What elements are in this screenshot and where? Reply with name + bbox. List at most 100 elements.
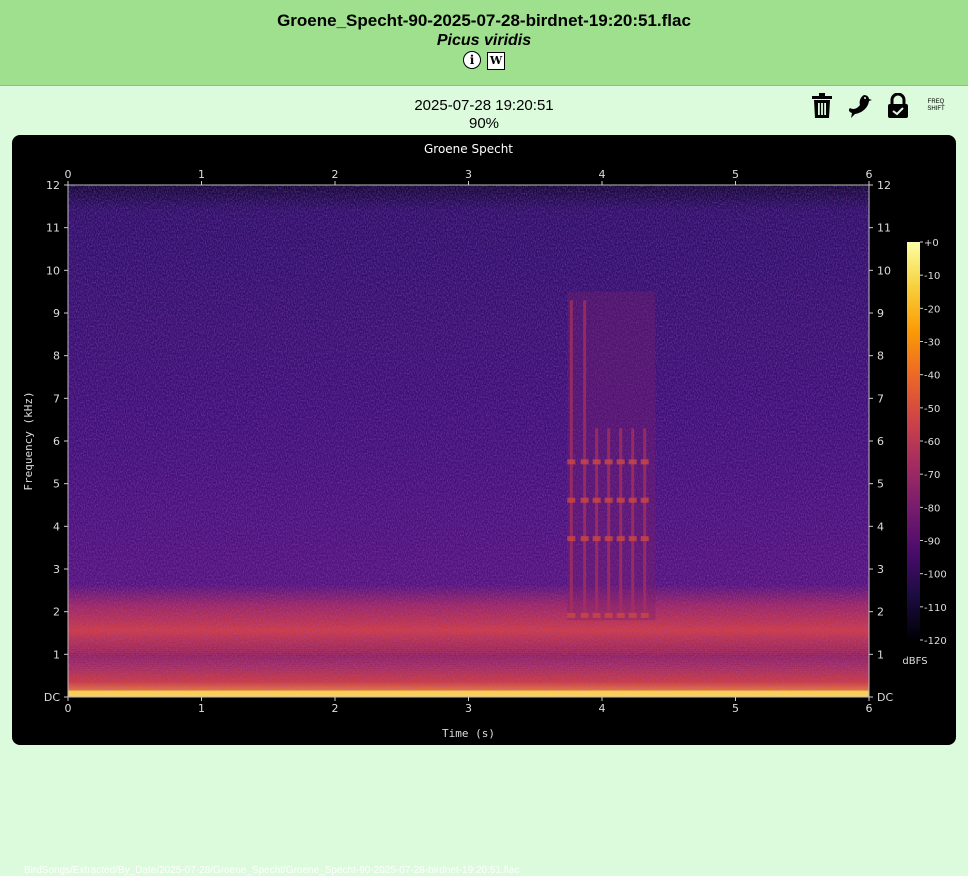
y-tick-label: 7 — [877, 392, 884, 405]
x-tick-label: 4 — [599, 702, 606, 715]
y-tick-label: 3 — [877, 563, 884, 576]
colorbar-tick-label: -10 — [924, 271, 940, 282]
x-tick-label: 0 — [65, 168, 72, 181]
low-band-line — [68, 667, 869, 668]
action-toolbar: FREQ SHIFT — [808, 92, 950, 120]
low-band-line — [68, 660, 869, 662]
colorbar-tick-label: -70 — [924, 470, 940, 481]
freq-shift-icon[interactable]: FREQ SHIFT — [922, 92, 950, 120]
colorbar-label: dBFS — [902, 656, 927, 667]
x-tick-label: 3 — [465, 168, 472, 181]
recording-title: Groene_Specht-90-2025-07-28-birdnet-19:2… — [277, 11, 691, 30]
low-band-line — [68, 643, 869, 645]
low-band-line — [68, 662, 869, 664]
x-tick-label: 5 — [732, 168, 739, 181]
y-tick-label: 7 — [53, 392, 60, 405]
low-band-line — [68, 686, 869, 688]
spectrogram-panel: Groene Specht 0 0 1 1 2 2 3 3 4 4 5 5 6 6 Time (s) DC DC 1… — [12, 135, 956, 876]
y-tick-label: 6 — [877, 435, 884, 448]
low-band-line — [68, 675, 869, 677]
y-tick-label: 10 — [877, 264, 891, 277]
dc-band — [68, 690, 869, 697]
y-tick-label: 6 — [53, 435, 60, 448]
colorbar-tick-label: -100 — [924, 570, 947, 581]
low-band-line — [68, 641, 869, 643]
colorbar-tick-label: -90 — [924, 537, 940, 548]
bird-icon[interactable] — [846, 92, 874, 120]
x-tick-label: 1 — [198, 702, 205, 715]
low-band-line — [68, 669, 869, 671]
colorbar-tick-label: -80 — [924, 503, 940, 514]
lock-icon[interactable] — [884, 92, 912, 120]
header-icon-row: i W — [0, 51, 968, 70]
low-band-line — [68, 658, 869, 660]
chart-title: Groene Specht — [424, 142, 513, 156]
y-axis-label: Frequency (kHz) — [22, 391, 35, 490]
low-band-line — [68, 684, 869, 685]
low-band-line — [68, 688, 869, 690]
low-band-line — [68, 679, 869, 681]
y-tick-label: 4 — [877, 520, 884, 533]
y-tick-label: 2 — [53, 606, 60, 619]
y-tick-label: 10 — [46, 264, 60, 277]
y-tick-label: 8 — [877, 350, 884, 363]
low-band-line — [68, 654, 869, 656]
low-band-line — [68, 637, 869, 639]
low-band-line — [68, 671, 869, 673]
colorbar-tick-label: -40 — [924, 371, 940, 382]
y-tick-label: 11 — [46, 222, 60, 235]
y-tick-label: 3 — [53, 563, 60, 576]
y-tick-label: 12 — [877, 179, 891, 192]
x-tick-label: 5 — [732, 702, 739, 715]
colorbar-tick-label: -30 — [924, 338, 940, 349]
low-band-line — [68, 682, 869, 683]
low-band-line — [68, 633, 869, 634]
x-tick-label: 0 — [65, 702, 72, 715]
x-axis-label: Time (s) — [442, 727, 495, 740]
y-tick-label: DC — [44, 691, 60, 704]
y-tick-label: 5 — [53, 478, 60, 491]
x-tick-label: 2 — [332, 702, 339, 715]
colorbar-tick-label: -20 — [924, 304, 940, 315]
y-tick-label: 2 — [877, 606, 884, 619]
colorbar-tick-label: +0 — [924, 238, 939, 249]
y-tick-label: 5 — [877, 478, 884, 491]
x-tick-label: 6 — [866, 168, 873, 181]
colorbar-tick-label: -50 — [924, 404, 940, 415]
file-path: BirdSongs/Extracted/By_Date/2025-07-28/G… — [24, 865, 520, 876]
y-tick-label: 4 — [53, 520, 60, 533]
call-region — [567, 291, 656, 621]
colorbar-tick-label: -110 — [924, 603, 947, 614]
x-tick-label: 6 — [866, 702, 873, 715]
low-band-line — [68, 628, 869, 630]
low-band-line — [68, 673, 869, 675]
low-band-line — [68, 650, 869, 651]
species-name: Picus viridis — [436, 32, 532, 49]
y-tick-label: DC — [877, 691, 893, 704]
wikipedia-icon[interactable]: W — [487, 52, 505, 70]
low-band-line — [68, 656, 869, 658]
low-band-line — [68, 647, 869, 649]
y-tick-label: 9 — [877, 307, 884, 320]
x-tick-label: 1 — [198, 168, 205, 181]
y-tick-label: 8 — [53, 350, 60, 363]
spectrogram-chart[interactable]: Groene Specht00112233445566Time (s)DC DC1… — [12, 135, 956, 745]
low-band-line — [68, 645, 869, 647]
x-tick-label: 3 — [465, 702, 472, 715]
colorbar-tick-label: -120 — [924, 636, 947, 647]
y-tick-label: 11 — [877, 222, 891, 235]
trash-icon[interactable] — [808, 92, 836, 120]
low-band-line — [68, 630, 869, 632]
header-bar: Groene_Specht-90-2025-07-28-birdnet-19:2… — [0, 0, 968, 86]
low-band-line — [68, 665, 869, 666]
y-tick-label: 12 — [46, 179, 60, 192]
freq-shift-label: FREQ SHIFT — [927, 99, 945, 112]
x-tick-label: 4 — [599, 168, 606, 181]
info-icon[interactable]: i — [463, 51, 481, 69]
low-band-line — [68, 635, 869, 636]
y-tick-label: 1 — [877, 648, 884, 661]
spectrogram-noise — [68, 185, 869, 697]
low-band-line — [68, 677, 869, 679]
colorbar — [907, 242, 920, 640]
low-band-line — [68, 652, 869, 653]
